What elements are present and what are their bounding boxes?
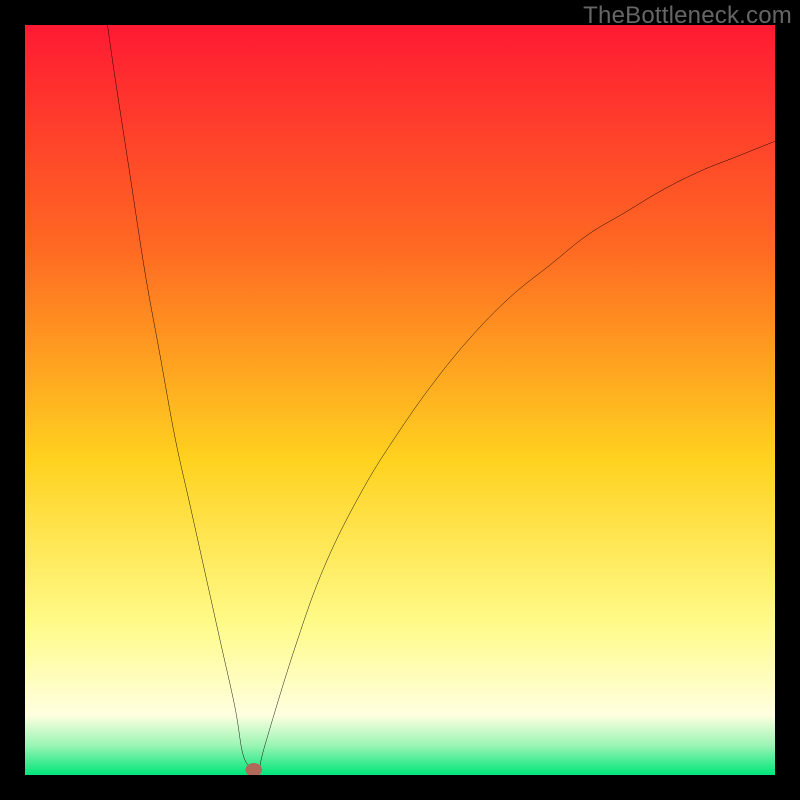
chart-container: TheBottleneck.com [0, 0, 800, 800]
gradient-background [25, 25, 775, 775]
chart-plot [25, 25, 775, 775]
